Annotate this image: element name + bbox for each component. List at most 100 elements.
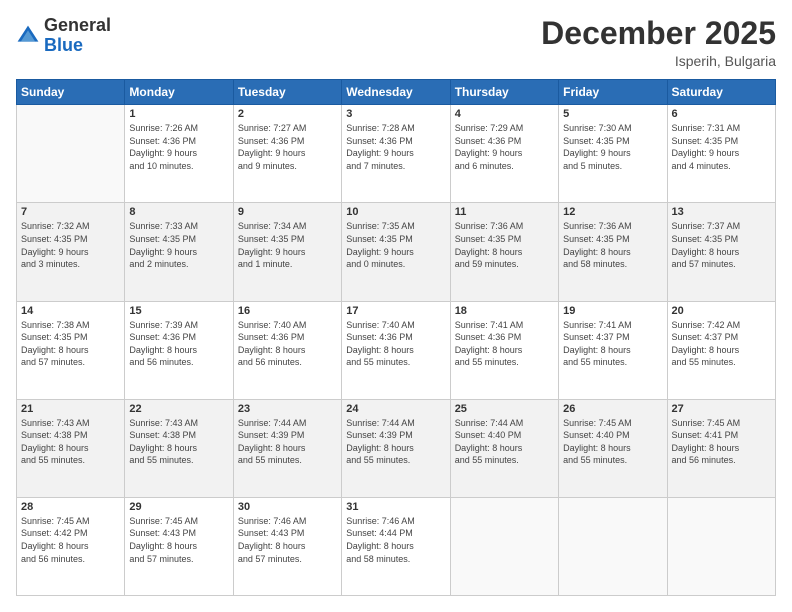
calendar-cell: 2 Sunrise: 7:27 AM Sunset: 4:36 PM Daylig…: [233, 105, 341, 203]
calendar-cell: 6Sunrise: 7:31 AM Sunset: 4:35 PM Daylig…: [667, 105, 775, 203]
day-info: Sunrise: 7:35 AM Sunset: 4:35 PM Dayligh…: [346, 220, 445, 270]
day-number: 5: [563, 108, 662, 120]
logo-icon: [16, 24, 40, 48]
calendar-cell: 25 Sunrise: 7:44 AM Sunset: 4:40 PM Dayli…: [450, 399, 558, 497]
day-number: 12: [563, 206, 662, 218]
day-info: Sunrise: 7:33 AM Sunset: 4:35 PM Dayligh…: [129, 220, 228, 270]
calendar-cell: 27 Sunrise: 7:45 AM Sunset: 4:41 PM Dayli…: [667, 399, 775, 497]
logo-blue: Blue: [44, 35, 83, 55]
calendar-cell: 1 Sunrise: 7:26 AM Sunset: 4:36 PM Daylig…: [125, 105, 233, 203]
day-info: Sunrise: 7:45 AM Sunset: 4:43 PM Dayligh…: [129, 515, 228, 565]
calendar-cell: 18 Sunrise: 7:41 AM Sunset: 4:36 PM Dayli…: [450, 301, 558, 399]
day-number: 8: [129, 206, 228, 218]
day-number: 14: [21, 305, 120, 317]
col-monday: Monday: [125, 80, 233, 105]
calendar-cell: 30 Sunrise: 7:46 AM Sunset: 4:43 PM Dayli…: [233, 497, 341, 595]
col-saturday: Saturday: [667, 80, 775, 105]
calendar-cell: 23 Sunrise: 7:44 AM Sunset: 4:39 PM Dayli…: [233, 399, 341, 497]
day-info: Sunrise: 7:44 AM Sunset: 4:39 PM Dayligh…: [346, 417, 445, 467]
calendar-cell: 15 Sunrise: 7:39 AM Sunset: 4:36 PM Dayli…: [125, 301, 233, 399]
calendar-cell: 9 Sunrise: 7:34 AM Sunset: 4:35 PM Daylig…: [233, 203, 341, 301]
calendar-week-4: 21 Sunrise: 7:43 AM Sunset: 4:38 PM Dayli…: [17, 399, 776, 497]
day-number: 6: [672, 108, 771, 120]
day-number: 27: [672, 403, 771, 415]
day-number: 11: [455, 206, 554, 218]
day-info: Sunrise: 7:36 AM Sunset: 4:35 PM Dayligh…: [455, 220, 554, 270]
calendar-cell: 21 Sunrise: 7:43 AM Sunset: 4:38 PM Dayli…: [17, 399, 125, 497]
calendar-cell: [17, 105, 125, 203]
day-number: 10: [346, 206, 445, 218]
calendar-week-2: 7Sunrise: 7:32 AM Sunset: 4:35 PM Daylig…: [17, 203, 776, 301]
calendar-cell: [559, 497, 667, 595]
day-info: Sunrise: 7:46 AM Sunset: 4:43 PM Dayligh…: [238, 515, 337, 565]
day-info: Sunrise: 7:37 AM Sunset: 4:35 PM Dayligh…: [672, 220, 771, 270]
day-number: 2: [238, 108, 337, 120]
calendar-cell: 7Sunrise: 7:32 AM Sunset: 4:35 PM Daylig…: [17, 203, 125, 301]
calendar-cell: 29Sunrise: 7:45 AM Sunset: 4:43 PM Dayli…: [125, 497, 233, 595]
calendar-cell: 26 Sunrise: 7:45 AM Sunset: 4:40 PM Dayli…: [559, 399, 667, 497]
day-info: Sunrise: 7:43 AM Sunset: 4:38 PM Dayligh…: [21, 417, 120, 467]
calendar-header-row: Sunday Monday Tuesday Wednesday Thursday…: [17, 80, 776, 105]
col-sunday: Sunday: [17, 80, 125, 105]
calendar-cell: 4Sunrise: 7:29 AM Sunset: 4:36 PM Daylig…: [450, 105, 558, 203]
calendar-cell: [667, 497, 775, 595]
calendar-cell: 14 Sunrise: 7:38 AM Sunset: 4:35 PM Dayli…: [17, 301, 125, 399]
day-info: Sunrise: 7:44 AM Sunset: 4:39 PM Dayligh…: [238, 417, 337, 467]
day-number: 9: [238, 206, 337, 218]
day-info: Sunrise: 7:46 AM Sunset: 4:44 PM Dayligh…: [346, 515, 445, 565]
day-number: 13: [672, 206, 771, 218]
day-number: 28: [21, 501, 120, 513]
calendar-cell: 31 Sunrise: 7:46 AM Sunset: 4:44 PM Dayli…: [342, 497, 450, 595]
day-number: 22: [129, 403, 228, 415]
col-wednesday: Wednesday: [342, 80, 450, 105]
month-title: December 2025: [541, 16, 776, 51]
calendar-cell: 5 Sunrise: 7:30 AM Sunset: 4:35 PM Daylig…: [559, 105, 667, 203]
day-info: Sunrise: 7:28 AM Sunset: 4:36 PM Dayligh…: [346, 122, 445, 172]
day-number: 30: [238, 501, 337, 513]
day-info: Sunrise: 7:30 AM Sunset: 4:35 PM Dayligh…: [563, 122, 662, 172]
calendar-week-3: 14 Sunrise: 7:38 AM Sunset: 4:35 PM Dayli…: [17, 301, 776, 399]
col-friday: Friday: [559, 80, 667, 105]
calendar-cell: 22 Sunrise: 7:43 AM Sunset: 4:38 PM Dayli…: [125, 399, 233, 497]
day-number: 26: [563, 403, 662, 415]
day-info: Sunrise: 7:41 AM Sunset: 4:37 PM Dayligh…: [563, 319, 662, 369]
day-info: Sunrise: 7:38 AM Sunset: 4:35 PM Dayligh…: [21, 319, 120, 369]
day-number: 24: [346, 403, 445, 415]
calendar-cell: 13 Sunrise: 7:37 AM Sunset: 4:35 PM Dayli…: [667, 203, 775, 301]
calendar-cell: 12Sunrise: 7:36 AM Sunset: 4:35 PM Dayli…: [559, 203, 667, 301]
day-number: 23: [238, 403, 337, 415]
day-number: 25: [455, 403, 554, 415]
day-number: 31: [346, 501, 445, 513]
col-tuesday: Tuesday: [233, 80, 341, 105]
day-info: Sunrise: 7:43 AM Sunset: 4:38 PM Dayligh…: [129, 417, 228, 467]
day-info: Sunrise: 7:45 AM Sunset: 4:40 PM Dayligh…: [563, 417, 662, 467]
day-info: Sunrise: 7:40 AM Sunset: 4:36 PM Dayligh…: [346, 319, 445, 369]
day-info: Sunrise: 7:26 AM Sunset: 4:36 PM Dayligh…: [129, 122, 228, 172]
day-number: 17: [346, 305, 445, 317]
day-number: 18: [455, 305, 554, 317]
calendar-cell: 10 Sunrise: 7:35 AM Sunset: 4:35 PM Dayli…: [342, 203, 450, 301]
calendar-cell: 24 Sunrise: 7:44 AM Sunset: 4:39 PM Dayli…: [342, 399, 450, 497]
calendar-cell: [450, 497, 558, 595]
calendar-cell: 20Sunrise: 7:42 AM Sunset: 4:37 PM Dayli…: [667, 301, 775, 399]
day-info: Sunrise: 7:45 AM Sunset: 4:41 PM Dayligh…: [672, 417, 771, 467]
calendar-cell: 8 Sunrise: 7:33 AM Sunset: 4:35 PM Daylig…: [125, 203, 233, 301]
day-number: 15: [129, 305, 228, 317]
day-info: Sunrise: 7:39 AM Sunset: 4:36 PM Dayligh…: [129, 319, 228, 369]
page: General Blue December 2025 Isperih, Bulg…: [0, 0, 792, 612]
title-block: December 2025 Isperih, Bulgaria: [541, 16, 776, 69]
day-info: Sunrise: 7:27 AM Sunset: 4:36 PM Dayligh…: [238, 122, 337, 172]
day-info: Sunrise: 7:45 AM Sunset: 4:42 PM Dayligh…: [21, 515, 120, 565]
calendar-week-5: 28 Sunrise: 7:45 AM Sunset: 4:42 PM Dayli…: [17, 497, 776, 595]
day-info: Sunrise: 7:44 AM Sunset: 4:40 PM Dayligh…: [455, 417, 554, 467]
col-thursday: Thursday: [450, 80, 558, 105]
day-info: Sunrise: 7:34 AM Sunset: 4:35 PM Dayligh…: [238, 220, 337, 270]
header: General Blue December 2025 Isperih, Bulg…: [16, 16, 776, 69]
logo: General Blue: [16, 16, 111, 56]
day-info: Sunrise: 7:41 AM Sunset: 4:36 PM Dayligh…: [455, 319, 554, 369]
calendar-table: Sunday Monday Tuesday Wednesday Thursday…: [16, 79, 776, 596]
day-number: 21: [21, 403, 120, 415]
day-number: 1: [129, 108, 228, 120]
day-number: 7: [21, 206, 120, 218]
calendar-cell: 17 Sunrise: 7:40 AM Sunset: 4:36 PM Dayli…: [342, 301, 450, 399]
